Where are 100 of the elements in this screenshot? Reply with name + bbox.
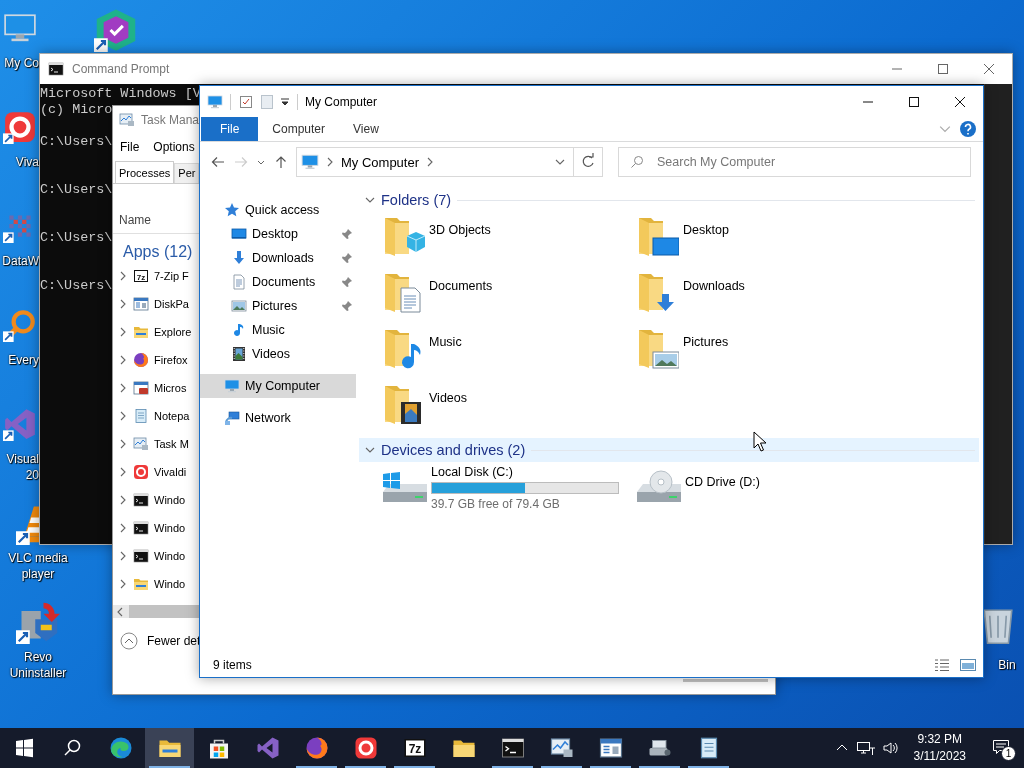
section-header[interactable]: Devices and drives (2) — [359, 438, 979, 462]
scrollbar[interactable] — [683, 679, 768, 682]
menu-item[interactable]: Options — [153, 140, 195, 154]
desktop-icon-label: Revo — [24, 650, 52, 665]
tab[interactable]: Per — [174, 163, 200, 183]
fox-browser-icon — [304, 736, 329, 760]
console-line: (c) Micro — [40, 102, 113, 118]
chevron-icon — [118, 523, 128, 533]
nav-item[interactable]: Quick access — [200, 198, 356, 222]
desktop-icon-label: 20 — [25, 468, 39, 483]
chevron-icon — [118, 579, 128, 589]
folder-item[interactable]: 3D Objects — [381, 212, 491, 268]
pin-icon[interactable] — [341, 276, 353, 288]
scrollbar[interactable] — [113, 605, 199, 618]
menu-item[interactable]: File — [120, 140, 140, 154]
process-name[interactable]: 7-Zip F — [154, 270, 189, 282]
process-name[interactable]: Firefox — [154, 354, 188, 366]
desktop-icon-label: DataW — [2, 254, 39, 269]
folder-item[interactable]: Pictures — [635, 324, 729, 380]
drive-item[interactable]: Local Disk (C:) 39.7 GB free of 79.4 GB — [381, 462, 619, 514]
item-count: 9 items — [213, 658, 252, 672]
chevron-icon — [555, 157, 565, 167]
taskbar-app[interactable]: 7z — [390, 728, 439, 768]
nav-item[interactable]: Desktop — [200, 222, 356, 246]
pin-icon[interactable] — [341, 300, 353, 312]
process-name[interactable]: Explore — [154, 326, 192, 338]
console-line: C:\Users\ — [40, 278, 113, 294]
search-field[interactable]: Search My Computer — [618, 147, 971, 177]
section-header[interactable]: Folders (7) — [359, 188, 979, 212]
address-bar[interactable]: My Computer — [296, 147, 574, 177]
fox-browser-icon — [133, 352, 149, 368]
archive-app-icon: 7z — [402, 736, 427, 760]
nav-item[interactable]: Videos — [200, 342, 356, 366]
ribbon-tab[interactable]: View — [339, 117, 393, 141]
chevron-icon — [118, 495, 128, 505]
network-icon — [224, 410, 240, 426]
console-line: C:\Users\ — [40, 182, 113, 198]
nav-item[interactable]: Network — [200, 406, 356, 430]
ribbon-tab[interactable]: Computer — [258, 117, 340, 141]
pin-icon[interactable] — [341, 252, 353, 264]
window-title: My Computer — [305, 94, 378, 109]
process-name[interactable]: Vivaldi — [154, 466, 187, 478]
process-name[interactable]: DiskPa — [154, 298, 189, 310]
properties-icon[interactable] — [238, 93, 254, 110]
notification-icon — [992, 739, 1012, 757]
search-icon — [630, 155, 644, 169]
desktop-icon — [231, 226, 247, 242]
clock[interactable]: 9:32 PM 3/11/2023 — [905, 731, 974, 765]
details-view-icon[interactable] — [933, 658, 951, 672]
process-name[interactable]: Windo — [154, 494, 186, 506]
chevron-icon — [118, 551, 128, 561]
nav-item[interactable]: Pictures — [200, 294, 356, 318]
fewer-details-link[interactable]: Fewer det — [147, 634, 201, 648]
folder-item[interactable]: Desktop — [635, 212, 729, 268]
nav-item[interactable]: Documents — [200, 270, 356, 294]
chevron-icon — [365, 445, 375, 455]
tiles-view-icon[interactable] — [959, 658, 977, 672]
folder-item[interactable]: Documents — [381, 268, 493, 324]
ribbon-tab[interactable]: File — [201, 117, 259, 141]
network-icon[interactable] — [855, 740, 876, 756]
collapse-icon[interactable] — [120, 632, 138, 650]
process-name[interactable]: Notepa — [154, 410, 190, 422]
process-name[interactable]: Windo — [154, 522, 186, 534]
desktop-icon-label: player — [21, 567, 55, 582]
back-icon[interactable] — [210, 154, 226, 170]
chevron-icon — [365, 195, 375, 205]
folder-item[interactable]: Videos — [381, 380, 467, 436]
browser-icon — [353, 736, 378, 760]
speaker-icon[interactable] — [881, 740, 900, 756]
taskbar-app[interactable] — [145, 728, 194, 768]
computer-icon — [224, 378, 240, 394]
terminal-icon — [133, 520, 149, 536]
computer-icon — [301, 153, 319, 171]
folder-item[interactable]: Downloads — [635, 268, 745, 324]
nav-item[interactable]: Downloads — [200, 246, 356, 270]
chevron-icon — [118, 299, 128, 309]
chevron-icon — [118, 271, 128, 281]
desktop-icon-label: VLC media — [8, 551, 68, 566]
pin-icon[interactable] — [341, 228, 353, 240]
chevron-icon — [118, 467, 128, 477]
process-name[interactable]: Windo — [154, 578, 186, 590]
nav-item[interactable]: Music — [200, 318, 356, 342]
drive-item[interactable]: CD Drive (D:) — [635, 462, 760, 514]
scrollbar[interactable] — [984, 84, 1012, 544]
process-name[interactable]: Task M — [154, 438, 189, 450]
refresh-button[interactable] — [573, 147, 603, 177]
tab[interactable]: Processes — [115, 161, 175, 183]
notepad-icon — [133, 408, 149, 424]
column-header[interactable]: Name — [119, 213, 151, 227]
task-manager-icon — [549, 736, 574, 760]
mouse-cursor-icon — [753, 431, 767, 453]
console-line: C:\Users\ — [40, 134, 113, 150]
folder-item[interactable]: Music — [381, 324, 462, 380]
computer-icon — [207, 93, 223, 110]
nav-item[interactable]: My Computer — [200, 374, 356, 398]
process-name[interactable]: Micros — [154, 382, 187, 394]
browser-icon — [133, 464, 149, 480]
notification-button[interactable]: 1 — [980, 728, 1024, 768]
help-icon[interactable] — [959, 120, 977, 138]
process-name[interactable]: Windo — [154, 550, 186, 562]
